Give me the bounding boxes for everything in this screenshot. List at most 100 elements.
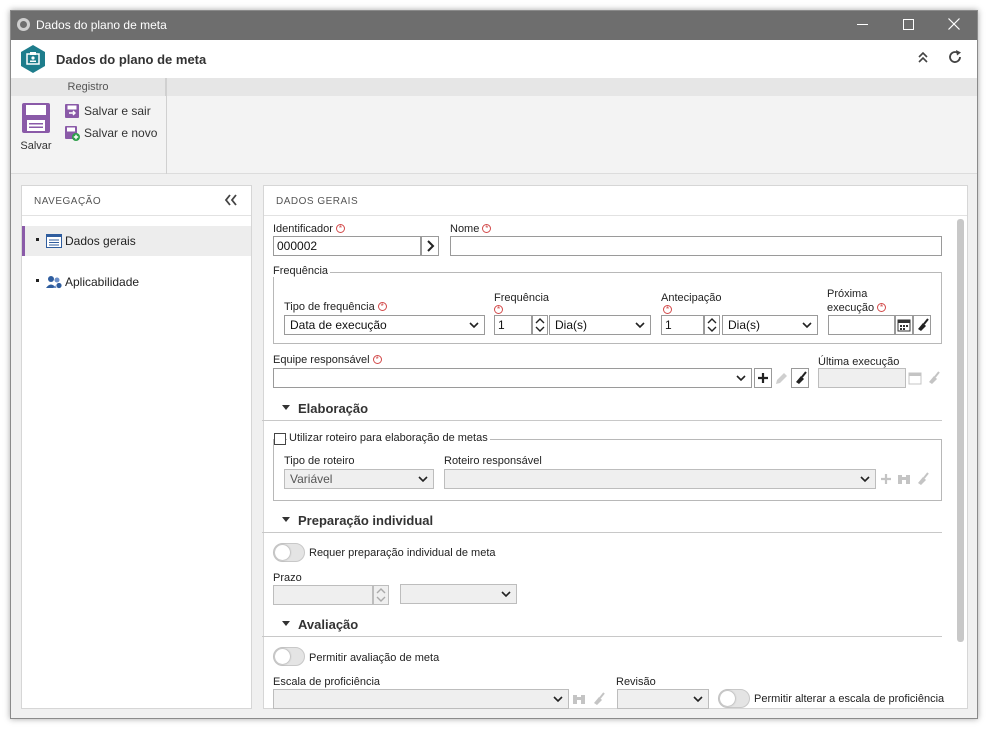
team-add-button[interactable] [754, 368, 772, 388]
chevron-down-icon [553, 696, 563, 703]
review-label: Revisão [616, 676, 656, 688]
last-execution-calendar-button [906, 368, 924, 388]
chevron-down-icon [860, 476, 870, 483]
team-clear-button[interactable] [791, 368, 809, 388]
binoculars-icon [573, 695, 585, 704]
form-scrollbar[interactable] [957, 219, 964, 642]
save-new-label: Salvar e novo [84, 126, 158, 140]
team-label: Equipe responsável * [273, 354, 382, 366]
nav-item-aplicabilidade[interactable]: Aplicabilidade [22, 267, 251, 297]
script-responsible-label: Roteiro responsável [444, 455, 542, 467]
section-elaboracao[interactable]: Elaboração [262, 397, 942, 421]
nav-item-dados-gerais[interactable]: Dados gerais [22, 226, 251, 256]
double-chevron-left-icon [224, 194, 237, 206]
frequency-unit-select[interactable]: Dia(s) [549, 315, 651, 335]
script-type-value: Variável [290, 472, 333, 486]
eraser-icon [918, 318, 929, 331]
ribbon-divider [166, 78, 167, 174]
next-execution-label-line2: execução * [827, 302, 887, 314]
deadline-spinner[interactable] [373, 585, 389, 605]
general-data-title: DADOS GERAIS [276, 196, 359, 207]
script-responsible-select[interactable] [444, 469, 876, 489]
save-exit-icon [65, 104, 79, 118]
save-button-label: Salvar [20, 140, 52, 152]
identifier-next-button[interactable] [421, 236, 439, 256]
scale-label: Escala de proficiência [273, 676, 381, 688]
save-button[interactable]: Salvar [19, 102, 53, 154]
frequency-spinner[interactable] [532, 315, 548, 335]
collapse-header-button[interactable] [913, 49, 933, 69]
section-title: Elaboração [298, 401, 369, 416]
use-script-label: Utilizar roteiro para elaboração de meta… [287, 432, 490, 444]
save-new-icon [65, 126, 80, 141]
plus-icon [881, 474, 891, 484]
section-title: Preparação individual [298, 513, 434, 528]
name-input[interactable] [450, 236, 942, 256]
anticipation-unit-value: Dia(s) [728, 318, 760, 332]
next-execution-calendar-button[interactable] [895, 315, 913, 335]
required-icon: * [494, 305, 503, 314]
close-icon [948, 18, 960, 30]
required-icon: * [663, 305, 672, 314]
chevron-down-icon [736, 375, 746, 382]
allow-evaluation-toggle[interactable] [273, 647, 305, 666]
team-edit-button[interactable] [772, 368, 790, 388]
frequency-type-value: Data de execução [290, 318, 387, 332]
required-icon: * [377, 302, 387, 311]
save-exit-label: Salvar e sair [84, 104, 151, 118]
save-icon [22, 103, 50, 133]
calendar-icon [897, 319, 911, 332]
team-select[interactable] [273, 368, 752, 388]
requires-preparation-label: Requer preparação individual de meta [309, 547, 496, 559]
next-execution-input[interactable] [828, 315, 895, 335]
maximize-button[interactable] [885, 11, 931, 40]
scale-select[interactable] [273, 689, 569, 709]
section-preparacao[interactable]: Preparação individual [262, 509, 942, 533]
allow-change-scale-toggle[interactable] [718, 689, 750, 708]
plus-icon [758, 373, 768, 383]
anticipation-label: Antecipação [661, 292, 722, 304]
spinner-arrows-icon [376, 588, 386, 602]
nav-bullet [36, 279, 39, 282]
required-icon: * [482, 224, 492, 233]
collapse-arrow-icon [282, 517, 290, 522]
use-script-checkbox[interactable] [274, 433, 286, 445]
anticipation-spinner[interactable] [704, 315, 720, 335]
last-execution-clear-button [924, 368, 942, 388]
navigation-panel: NAVEGAÇÃO Dados gerais Aplicabilidade [21, 185, 252, 709]
review-select[interactable] [617, 689, 709, 709]
chevron-down-icon [802, 322, 812, 329]
refresh-icon [949, 50, 961, 63]
ribbon-group-label: Registro [11, 78, 166, 96]
script-type-select[interactable]: Variável [284, 469, 434, 489]
refresh-button[interactable] [945, 49, 965, 69]
binoculars-icon [898, 475, 910, 484]
frequency-type-select[interactable]: Data de execução [284, 315, 485, 335]
allow-change-scale-label: Permitir alterar a escala de proficiênci… [754, 693, 945, 705]
chevron-down-icon [501, 591, 511, 598]
collapse-navigation-button[interactable] [224, 194, 240, 208]
scale-clear-button [589, 689, 607, 709]
script-clear-button [913, 469, 931, 489]
spinner-arrows-icon [535, 318, 545, 332]
chevron-down-icon [418, 476, 428, 483]
anticipation-input[interactable]: 1 [661, 315, 704, 335]
next-execution-clear-button[interactable] [913, 315, 931, 335]
page-header: Dados do plano de meta [11, 40, 977, 78]
section-avaliacao[interactable]: Avaliação [262, 613, 942, 637]
frequency-input[interactable]: 1 [494, 315, 532, 335]
anticipation-unit-select[interactable]: Dia(s) [722, 315, 818, 335]
save-new-button[interactable]: Salvar e novo [64, 124, 157, 142]
page-title: Dados do plano de meta [56, 52, 207, 67]
save-exit-button[interactable]: Salvar e sair [64, 102, 151, 120]
minimize-button[interactable] [839, 11, 885, 40]
close-button[interactable] [931, 11, 977, 40]
nav-item-label: Aplicabilidade [65, 275, 140, 289]
requires-preparation-toggle[interactable] [273, 543, 305, 562]
eraser-icon [929, 371, 940, 384]
identifier-input[interactable]: 000002 [273, 236, 421, 256]
deadline-unit-select[interactable] [400, 584, 517, 604]
deadline-input[interactable] [273, 585, 373, 605]
nav-bullet [36, 238, 39, 241]
name-label: Nome * [450, 223, 492, 235]
